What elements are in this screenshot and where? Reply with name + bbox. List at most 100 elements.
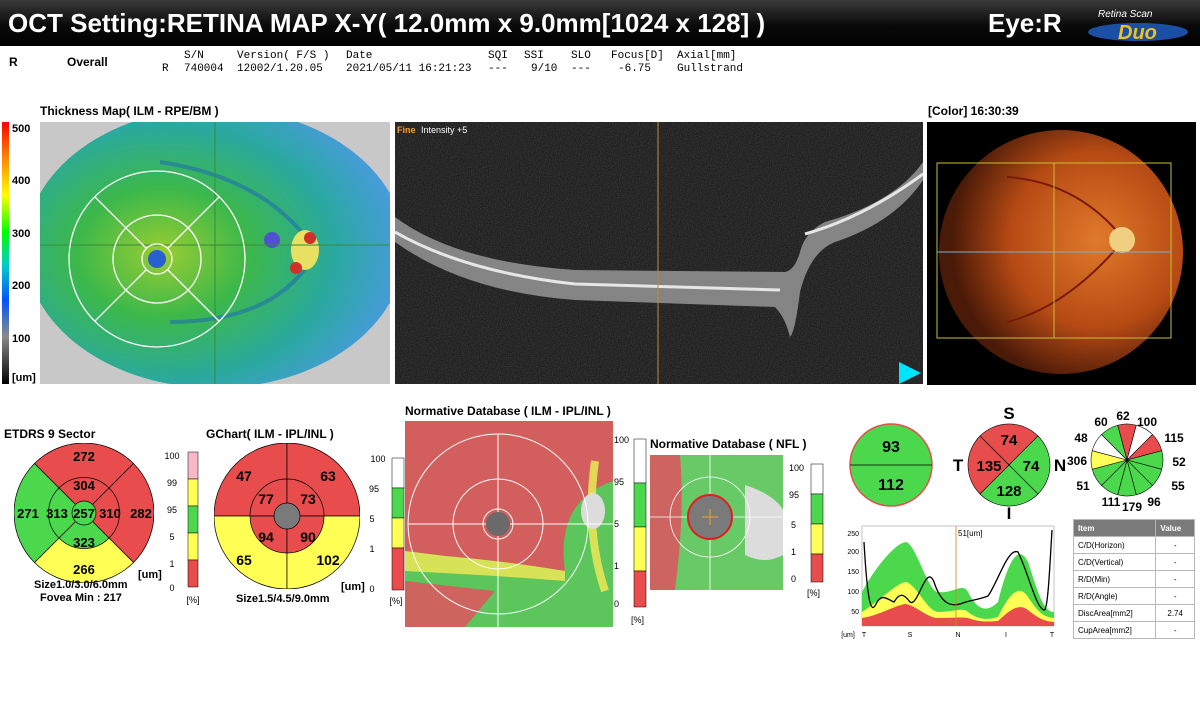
info-version-value: 12002/1.20.05 bbox=[237, 63, 323, 75]
info-date-value: 2021/05/11 16:21:23 bbox=[346, 63, 472, 75]
logo-line2: Duo bbox=[1118, 22, 1157, 44]
gcl-scale-100: 100 bbox=[614, 435, 629, 445]
pct-b-100: 100 bbox=[370, 454, 385, 464]
etdrs-inner-n: 310 bbox=[99, 506, 121, 521]
normative-nfl-map bbox=[650, 455, 783, 590]
etdrs-inner-t: 313 bbox=[46, 506, 68, 521]
normative-nfl-scale: 100 95 5 1 0 [%] bbox=[789, 463, 824, 598]
etdrs-fovea-min: Fovea Min : 217 bbox=[40, 592, 122, 604]
pct-a-1: 1 bbox=[169, 559, 174, 569]
clock-h2: 115 bbox=[1164, 431, 1184, 445]
info-slo-value: --- bbox=[571, 63, 591, 75]
gchart-title: GChart( ILM - IPL/INL ) bbox=[206, 427, 334, 441]
nfl-quad-n: 74 bbox=[1023, 458, 1040, 475]
color-fundus-image bbox=[927, 122, 1196, 385]
info-label-slo: SLO bbox=[571, 50, 591, 62]
logo-line1: Retina Scan bbox=[1098, 9, 1153, 20]
scale-label-200: 200 bbox=[12, 280, 31, 292]
gchart-unit: [um] bbox=[341, 581, 365, 593]
clock-h5: 96 bbox=[1147, 495, 1161, 509]
thickness-map-image bbox=[40, 122, 390, 384]
gchart-outer-bl: 65 bbox=[236, 552, 252, 568]
bscan-intensity-label: Intensity +5 bbox=[421, 125, 467, 135]
gchart-inner-bl: 94 bbox=[258, 529, 274, 545]
gchart-outer-tl: 47 bbox=[236, 468, 252, 484]
table-row: R/D(Angle) - bbox=[1072, 587, 1195, 605]
nfl-quad-i: 128 bbox=[996, 483, 1021, 500]
info-label-ssi: SSI bbox=[524, 50, 544, 62]
gchart-outer-tr: 63 bbox=[320, 468, 336, 484]
thickness-color-scale bbox=[2, 122, 9, 384]
table-header-value: Value bbox=[1155, 519, 1195, 537]
table-header-item: Item bbox=[1072, 519, 1157, 537]
info-sn-value: 740004 bbox=[184, 63, 224, 75]
nfl-superior-value: 93 bbox=[882, 439, 900, 456]
normative-gcl-map bbox=[405, 421, 613, 627]
etdrs-outer-s: 272 bbox=[73, 449, 95, 464]
info-axial-value: Gullstrand bbox=[677, 63, 744, 75]
gchart-size-label: Size1.5/4.5/9.0mm bbox=[236, 593, 330, 605]
tsnit-x-i: I bbox=[1005, 632, 1007, 639]
percentile-scale-gchart: 100 95 5 1 0 [%] bbox=[369, 454, 405, 606]
clock-h4: 55 bbox=[1171, 479, 1185, 493]
info-label-date: Date bbox=[346, 50, 373, 62]
bscan-fine-label: Fine bbox=[397, 125, 416, 135]
nfl-label-i: I bbox=[1007, 504, 1012, 520]
table-row: CupArea[mm2] - bbox=[1072, 621, 1195, 639]
fundus-title: [Color] 16:30:39 bbox=[928, 104, 1019, 118]
pct-b-5: 5 bbox=[369, 514, 374, 524]
etdrs-size-label: Size1.0/3.0/6.0mm bbox=[34, 579, 128, 591]
thickness-map-title: Thickness Map( ILM - RPE/BM ) bbox=[40, 104, 219, 118]
etdrs-title: ETDRS 9 Sector bbox=[4, 427, 96, 441]
etdrs-center: 257 bbox=[73, 506, 95, 521]
nfl-scale-95: 95 bbox=[789, 490, 799, 500]
pct-b-95: 95 bbox=[369, 484, 379, 494]
info-label-axial: Axial[mm] bbox=[677, 50, 737, 62]
etdrs-outer-t: 271 bbox=[17, 506, 39, 521]
pct-b-unit: [%] bbox=[389, 596, 402, 606]
nfl-scale-0: 0 bbox=[791, 574, 796, 584]
nfl-scale-1: 1 bbox=[791, 547, 796, 557]
normative-gcl-scale: 100 95 5 1 0 [%] bbox=[614, 435, 647, 625]
tsnit-y-100: 100 bbox=[847, 589, 859, 596]
pct-a-95: 95 bbox=[167, 505, 177, 515]
normative-gcl-title: Normative Database ( ILM - IPL/INL ) bbox=[405, 404, 611, 418]
gcl-scale-95: 95 bbox=[614, 477, 624, 487]
normative-nfl-title: Normative Database ( NFL ) bbox=[650, 437, 807, 451]
pct-a-0: 0 bbox=[169, 583, 174, 593]
pct-a-100: 100 bbox=[164, 451, 179, 461]
pct-a-5: 5 bbox=[169, 532, 174, 542]
nfl-quad-s: 74 bbox=[1001, 432, 1018, 449]
nfl-quad-t: 135 bbox=[976, 458, 1001, 475]
table-cell-value: - bbox=[1155, 587, 1195, 605]
table-cell-value: 2.74 bbox=[1155, 604, 1195, 622]
nfl-label-t: T bbox=[953, 456, 964, 475]
gchart-inner-tl: 77 bbox=[258, 491, 274, 507]
table-row: DiscArea[mm2] 2.74 bbox=[1072, 604, 1195, 622]
info-label-sqi: SQI bbox=[488, 50, 508, 62]
tsnit-y-200: 200 bbox=[847, 549, 859, 556]
table-row: C/D(Vertical) - bbox=[1072, 553, 1195, 571]
clock-h1: 100 bbox=[1137, 415, 1157, 429]
table-row: R/D(Min) - bbox=[1072, 570, 1195, 588]
oct-bscan-image: Fine Intensity +5 bbox=[395, 122, 923, 384]
clock-h9: 306 bbox=[1067, 454, 1087, 468]
info-focus-value: -6.75 bbox=[618, 63, 652, 75]
info-eye-letter: R bbox=[9, 55, 18, 69]
nfl-scale-100: 100 bbox=[789, 463, 804, 473]
tsnit-profile-chart: 51[um] 250 200 150 100 50 [um] T S N I T bbox=[841, 525, 1055, 639]
table-cell-item: CupArea[mm2] bbox=[1072, 621, 1157, 639]
nfl-clock-chart: 60 62 100 115 52 55 96 179 111 51 306 48 bbox=[1067, 409, 1186, 514]
info-eye-row: R bbox=[162, 63, 169, 75]
table-header-row: Item Value bbox=[1072, 519, 1195, 537]
percentile-scale-etdrs: 100 99 95 5 1 0 [%] bbox=[164, 451, 199, 605]
nfl-scale-unit: [%] bbox=[807, 588, 820, 598]
info-sqi-value: --- bbox=[488, 63, 508, 75]
nfl-halves-chart: 93 112 bbox=[849, 423, 933, 507]
etdrs-grid: 272 282 266 271 304 310 323 313 257 bbox=[14, 443, 154, 583]
clock-h12-a: 60 bbox=[1094, 415, 1108, 429]
clock-h8: 51 bbox=[1076, 479, 1090, 493]
retina-scan-duo-logo: Retina Scan Duo bbox=[1088, 9, 1188, 44]
tsnit-y-150: 150 bbox=[847, 569, 859, 576]
pct-b-0: 0 bbox=[369, 584, 374, 594]
